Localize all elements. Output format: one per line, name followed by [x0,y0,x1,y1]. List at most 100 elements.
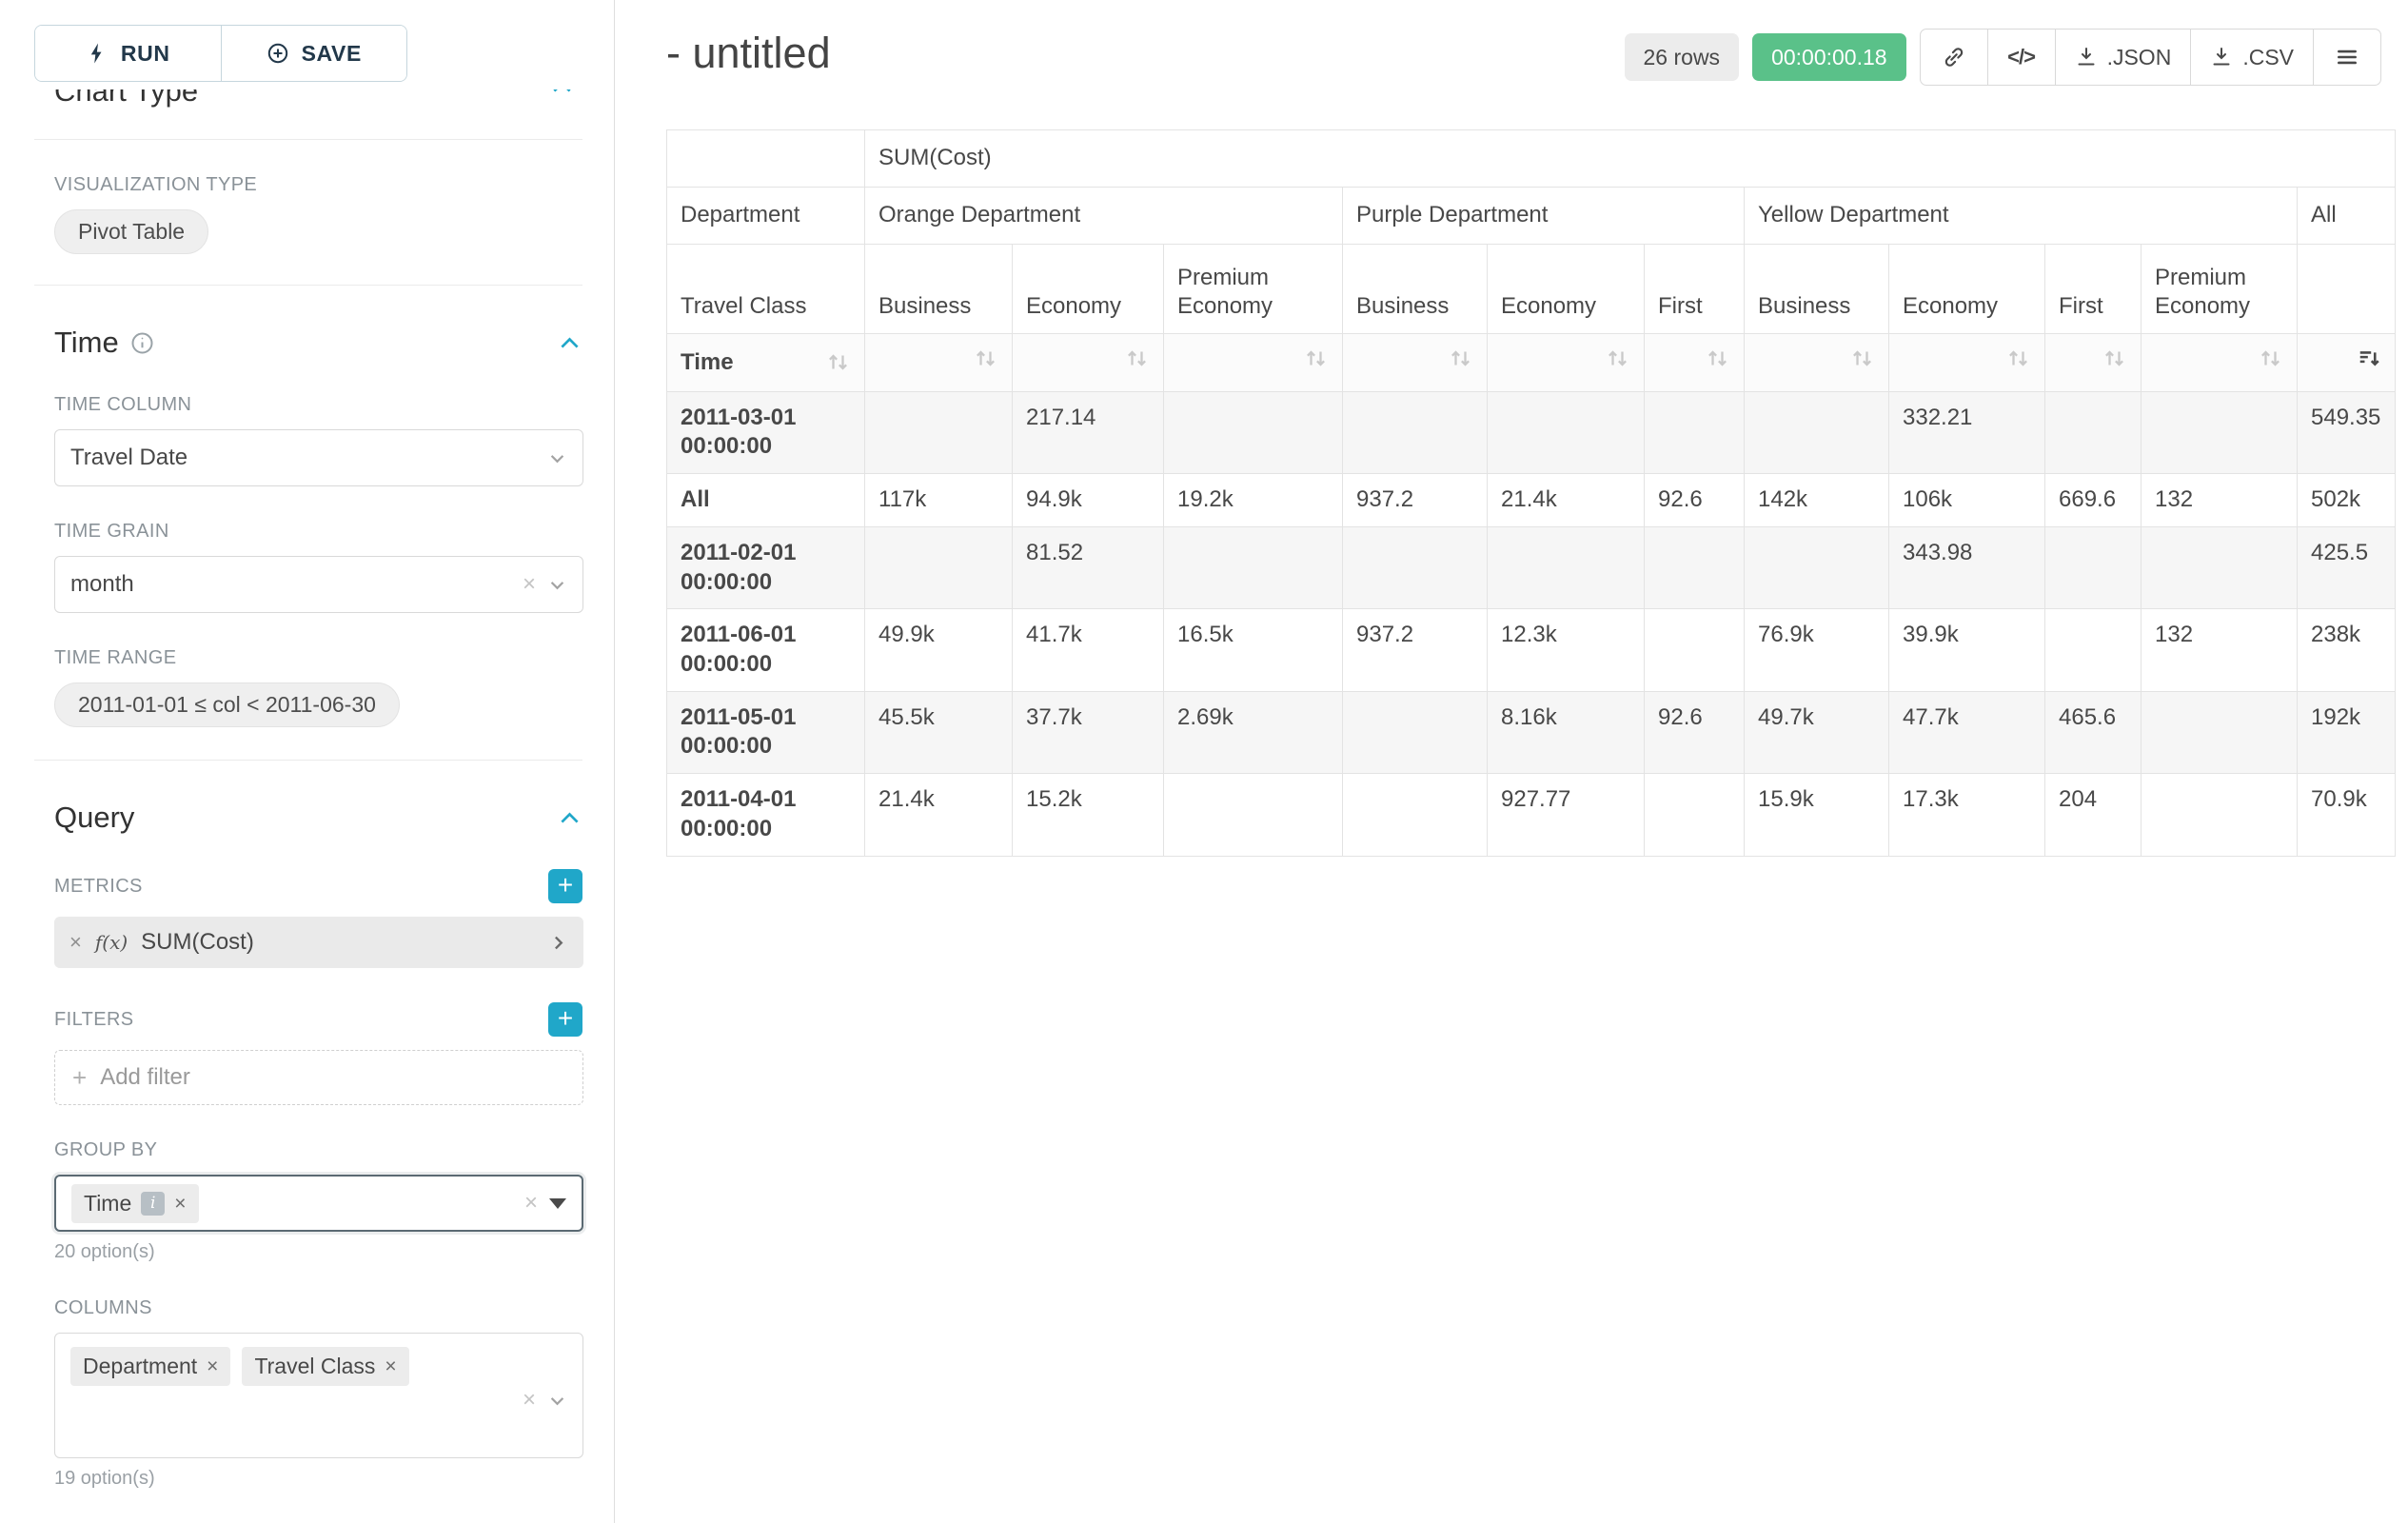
export-json-button[interactable]: .JSON [2055,29,2192,86]
pivot-cell: 37.7k [1013,691,1164,773]
time-column-select[interactable]: Travel Date [54,429,583,486]
metric-header-row: SUM(Cost) [667,130,2396,188]
group-by-label-text: GROUP BY [54,1139,157,1161]
chevron-up-icon [549,89,575,107]
pivot-cell: 12.3k [1488,609,1645,691]
sort-arrows-icon [1124,346,1150,371]
pivot-row: 2011-04-01 00:00:0021.4k15.2k927.7715.9k… [667,774,2396,856]
remove-metric-icon[interactable]: × [69,932,82,953]
divider [34,285,582,286]
pivot-cell [2142,391,2298,473]
chart-type-section-header[interactable]: Chart Type [54,89,582,128]
sort-control[interactable] [865,334,1013,392]
chevron-down-icon [547,1391,567,1411]
pivot-cell: 49.9k [865,609,1013,691]
lightning-icon [86,42,109,65]
query-section-heading: Query [54,801,134,835]
pivot-cell [2142,774,2298,856]
embed-code-button[interactable]: </> [1987,29,2056,86]
viz-type-pill[interactable]: Pivot Table [54,209,208,254]
pivot-cell [1645,526,1745,608]
sort-control[interactable] [1488,334,1645,392]
pivot-cell [1164,774,1343,856]
remove-icon[interactable]: × [174,1194,186,1214]
time-grain-select[interactable]: month × [54,556,583,613]
department-header: Yellow Department [1745,188,2298,245]
add-filter-plus-button[interactable]: + [548,1002,582,1037]
sort-control[interactable] [1343,334,1488,392]
run-button[interactable]: RUN [35,26,221,81]
travel-class-header: Premium Economy [1164,245,1343,334]
pivot-cell [1343,391,1488,473]
sort-control[interactable] [1745,334,1889,392]
pivot-cell: 47.7k [1889,691,2045,773]
sort-control[interactable] [1164,334,1343,392]
clear-icon[interactable]: × [524,1192,538,1215]
add-filter-button[interactable]: + Add filter [54,1050,583,1105]
save-button[interactable]: SAVE [221,26,407,81]
chevron-up-icon[interactable] [557,330,582,356]
sort-control[interactable] [1013,334,1164,392]
chevron-up-icon[interactable] [557,805,582,831]
pivot-cell [1645,391,1745,473]
columns-value-chip[interactable]: Department × [70,1347,230,1386]
results-panel: - untitled 26 rows 00:00:00.18 </> [615,0,2408,1523]
menu-button[interactable] [2313,29,2381,86]
time-grain-label: TIME GRAIN [54,521,582,543]
pivot-cell: 21.4k [1488,474,1645,527]
pivot-cell: 19.2k [1164,474,1343,527]
chip-label: Department [83,1354,197,1379]
remove-icon[interactable]: × [207,1356,218,1376]
clear-icon[interactable]: × [523,1389,536,1412]
sort-control[interactable] [2045,334,2142,392]
pivot-cell [2142,526,2298,608]
travel-class-header: First [2045,245,2142,334]
sort-descending-icon [2356,346,2381,371]
pivot-cell: 17.3k [1889,774,2045,856]
query-section-header[interactable]: Query [54,801,582,835]
code-icon: </> [2007,45,2035,69]
group-by-select[interactable]: Time i × × [54,1175,583,1232]
time-range-pill[interactable]: 2011-01-01 ≤ col < 2011-06-30 [54,682,400,727]
actions-bar: RUN SAVE [34,0,582,82]
sort-control[interactable] [2142,334,2298,392]
department-label-cell: Department [667,188,865,245]
pivot-cell [865,526,1013,608]
pivot-cell [1745,526,1889,608]
group-by-label: GROUP BY [54,1139,582,1161]
time-sort-header[interactable]: Time [667,334,865,392]
chevron-right-icon [548,933,568,953]
sort-control[interactable] [1889,334,2045,392]
export-csv-button[interactable]: .CSV [2190,29,2314,86]
time-section-header[interactable]: Time [54,326,582,360]
metric-item[interactable]: × f(x) SUM(Cost) [54,917,583,968]
pivot-row: 2011-02-01 00:00:0081.52343.98425.5 [667,526,2396,608]
pivot-cell: 669.6 [2045,474,2142,527]
remove-icon[interactable]: × [385,1356,396,1376]
pivot-cell: 238k [2298,609,2396,691]
sort-arrows-icon [1849,346,1875,371]
columns-select[interactable]: Department × Travel Class × × [54,1333,583,1458]
sort-arrows-icon [1705,346,1730,371]
sort-control[interactable] [1645,334,1745,392]
row-header-time: All [667,474,865,527]
sort-arrows-icon [2102,346,2127,371]
group-by-value-chip[interactable]: Time i × [71,1184,199,1223]
time-column-value: Travel Date [70,445,188,471]
viz-type-label-text: VISUALIZATION TYPE [54,174,257,196]
pivot-row: All117k94.9k19.2k937.221.4k92.6142k106k6… [667,474,2396,527]
travel-class-label-cell: Travel Class [667,245,865,334]
pivot-cell: 142k [1745,474,1889,527]
pivot-cell [1645,609,1745,691]
sort-arrows-icon [1448,346,1473,371]
sort-row: Time [667,334,2396,392]
add-metric-button[interactable]: + [548,869,582,903]
clear-icon[interactable]: × [523,573,536,596]
columns-options-hint: 19 option(s) [54,1468,582,1490]
columns-value-chip[interactable]: Travel Class × [242,1347,408,1386]
columns-label-text: COLUMNS [54,1297,152,1319]
department-header-row: Department Orange Department Purple Depa… [667,188,2396,245]
copy-link-button[interactable] [1920,29,1988,86]
sort-control-active-desc[interactable] [2298,334,2396,392]
pivot-cell [1488,526,1645,608]
